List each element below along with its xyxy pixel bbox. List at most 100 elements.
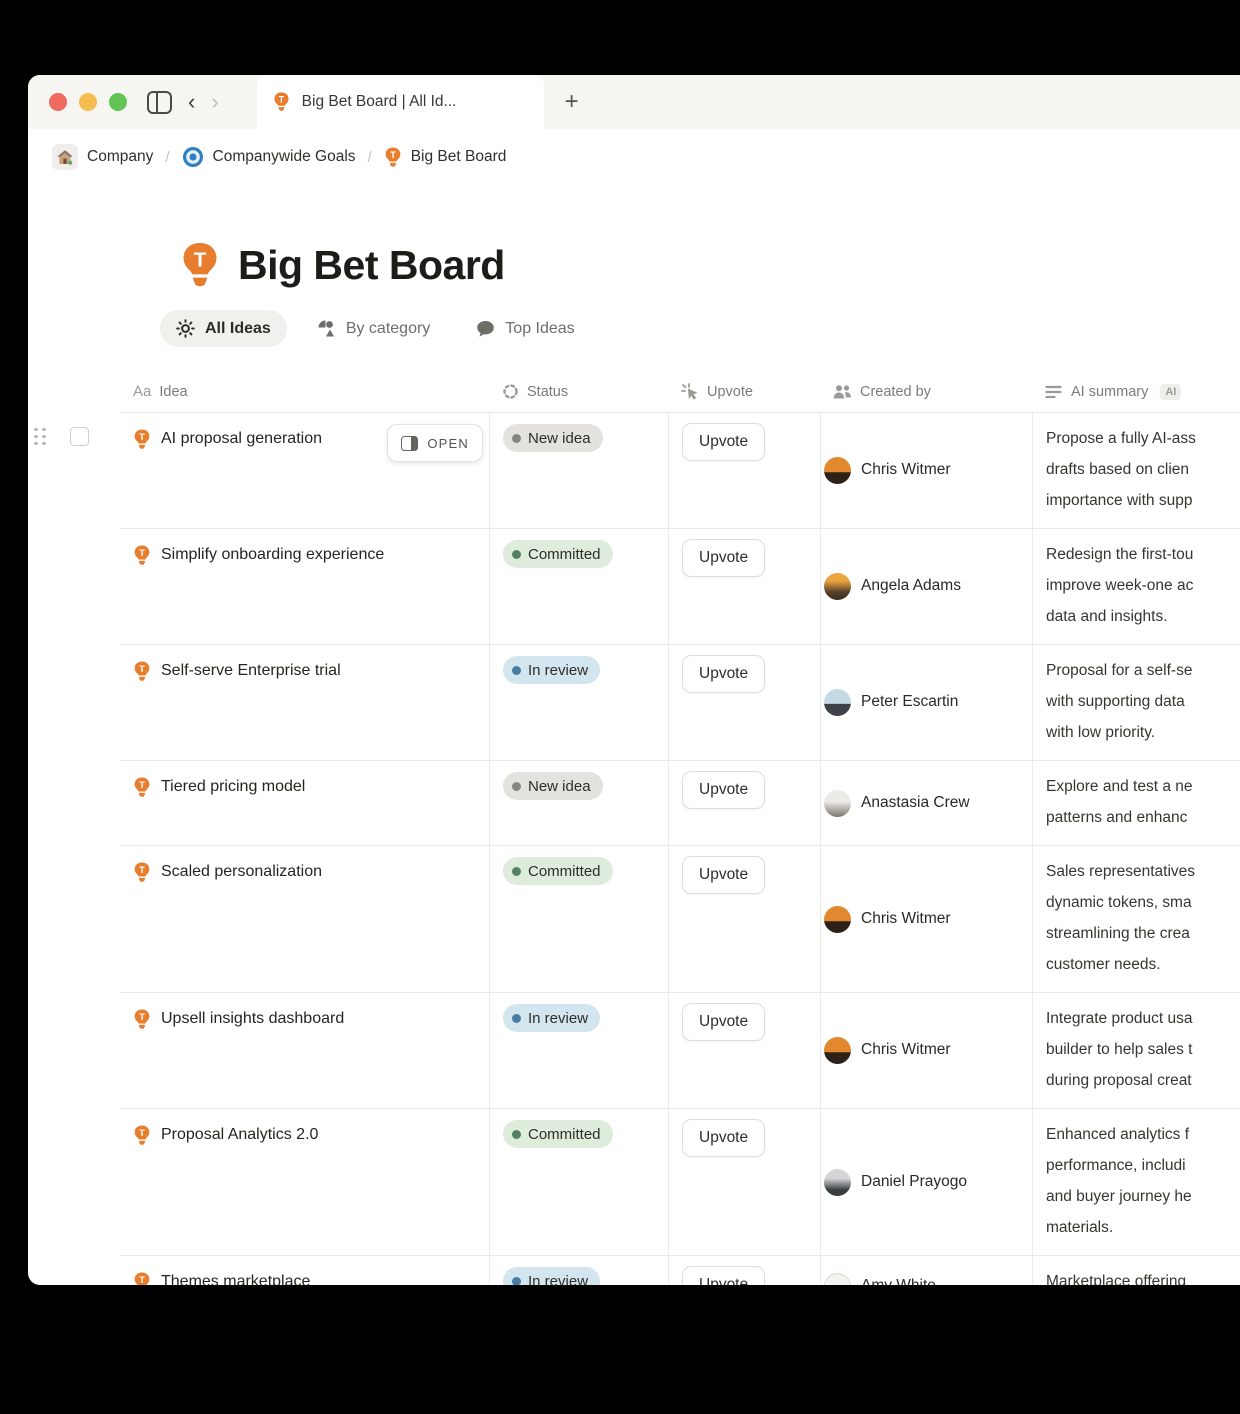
upvote-cell: Upvote	[668, 993, 820, 1108]
sidebar-toggle-icon[interactable]	[147, 91, 172, 114]
idea-cell[interactable]: Upsell insights dashboard	[120, 993, 489, 1108]
upvote-button[interactable]: Upvote	[682, 423, 765, 461]
forward-button[interactable]: ›	[211, 91, 218, 113]
created-by-cell[interactable]: Chris Witmer	[820, 846, 1032, 992]
upvote-button[interactable]: Upvote	[682, 655, 765, 693]
minimize-window-button[interactable]	[79, 93, 97, 111]
idea-cell[interactable]: Simplify onboarding experience	[120, 529, 489, 644]
zoom-window-button[interactable]	[109, 93, 127, 111]
status-cell[interactable]: In review	[489, 645, 668, 760]
column-header-created-by[interactable]: Created by	[820, 371, 1032, 412]
row-checkbox[interactable]	[70, 427, 89, 446]
upvote-cell: Upvote	[668, 1256, 820, 1285]
view-tab-all-ideas[interactable]: All Ideas	[160, 310, 287, 347]
column-header-status[interactable]: Status	[489, 371, 668, 412]
idea-cell[interactable]: Tiered pricing model	[120, 761, 489, 845]
status-dot	[512, 1014, 521, 1023]
avatar	[824, 906, 851, 933]
breadcrumb-item-companywide-goals[interactable]: Companywide Goals	[182, 146, 356, 168]
idea-cell[interactable]: AI proposal generation OPEN	[120, 413, 489, 528]
column-header-idea[interactable]: Aa Idea	[120, 371, 489, 412]
created-by-cell[interactable]: Chris Witmer	[820, 413, 1032, 528]
upvote-cell: Upvote	[668, 846, 820, 992]
column-header-ai-summary[interactable]: AI summary AI	[1032, 371, 1240, 412]
avatar	[824, 573, 851, 600]
lightbulb-icon	[384, 147, 402, 168]
open-button[interactable]: OPEN	[387, 424, 483, 462]
ai-summary-cell[interactable]: Marketplace offering	[1032, 1256, 1240, 1285]
table-row: Proposal Analytics 2.0 Committed Upvote …	[120, 1109, 1240, 1256]
status-cell[interactable]: Committed	[489, 1109, 668, 1255]
status-cell[interactable]: Committed	[489, 846, 668, 992]
breadcrumb-separator: /	[365, 149, 375, 166]
target-icon	[182, 146, 204, 168]
table-row: Simplify onboarding experience Committed…	[120, 529, 1240, 645]
status-spinner-icon	[502, 383, 519, 400]
created-by-cell[interactable]: Amy White	[820, 1256, 1032, 1285]
idea-cell[interactable]: Themes marketplace	[120, 1256, 489, 1285]
created-by-cell[interactable]: Peter Escartin	[820, 645, 1032, 760]
status-cell[interactable]: New idea	[489, 413, 668, 528]
browser-tab-bar: ‹ › Big Bet Board | All Id... +	[28, 75, 1240, 129]
comment-icon	[476, 320, 495, 338]
page-title: Big Bet Board	[238, 242, 505, 289]
table-row: AI proposal generation OPEN New idea Upv…	[120, 413, 1240, 529]
back-button[interactable]: ‹	[188, 91, 195, 113]
upvote-button[interactable]: Upvote	[682, 1003, 765, 1041]
status-cell[interactable]: New idea	[489, 761, 668, 845]
ai-summary-cell[interactable]: Sales representatives dynamic tokens, sm…	[1032, 846, 1240, 992]
upvote-button[interactable]: Upvote	[682, 1119, 765, 1157]
created-by-cell[interactable]: Anastasia Crew	[820, 761, 1032, 845]
status-cell[interactable]: In review	[489, 1256, 668, 1285]
drag-handle-icon[interactable]	[34, 428, 46, 446]
created-by-cell[interactable]: Chris Witmer	[820, 993, 1032, 1108]
app-window: ‹ › Big Bet Board | All Id... + Company …	[28, 75, 1240, 1285]
idea-cell[interactable]: Scaled personalization	[120, 846, 489, 992]
view-tab-by-category[interactable]: By category	[301, 310, 446, 347]
shapes-icon	[317, 319, 336, 338]
upvote-cell: Upvote	[668, 1109, 820, 1255]
upvote-button[interactable]: Upvote	[682, 771, 765, 809]
page-lightbulb-icon	[180, 242, 220, 289]
lightbulb-icon	[133, 862, 151, 883]
breadcrumb-item-big-bet-board[interactable]: Big Bet Board	[384, 147, 507, 168]
avatar	[824, 1169, 851, 1196]
close-window-button[interactable]	[49, 93, 67, 111]
table-row: Tiered pricing model New idea Upvote Ana…	[120, 761, 1240, 846]
status-dot	[512, 1130, 521, 1139]
table-row: Upsell insights dashboard In review Upvo…	[120, 993, 1240, 1109]
upvote-button[interactable]: Upvote	[682, 539, 765, 577]
status-cell[interactable]: Committed	[489, 529, 668, 644]
text-type-icon: Aa	[133, 383, 151, 400]
ai-summary-cell[interactable]: Enhanced analytics f performance, includ…	[1032, 1109, 1240, 1255]
created-by-cell[interactable]: Daniel Prayogo	[820, 1109, 1032, 1255]
status-cell[interactable]: In review	[489, 993, 668, 1108]
ai-summary-cell[interactable]: Propose a fully AI-ass drafts based on c…	[1032, 413, 1240, 528]
table-header: Aa Idea Status Upvote	[120, 371, 1240, 413]
lightbulb-icon	[273, 92, 290, 112]
upvote-cell: Upvote	[668, 413, 820, 528]
upvote-button[interactable]: Upvote	[682, 1266, 765, 1285]
table-row: Themes marketplace In review Upvote Amy …	[120, 1256, 1240, 1285]
avatar	[824, 790, 851, 817]
active-tab[interactable]: Big Bet Board | All Id...	[257, 75, 544, 129]
ideas-table: Aa Idea Status Upvote	[120, 371, 1240, 1285]
ai-summary-cell[interactable]: Proposal for a self-se with supporting d…	[1032, 645, 1240, 760]
ai-summary-cell[interactable]: Redesign the first-tou improve week-one …	[1032, 529, 1240, 644]
people-icon	[833, 384, 852, 400]
tab-title: Big Bet Board | All Id...	[302, 93, 457, 111]
column-header-upvote[interactable]: Upvote	[668, 371, 820, 412]
click-cursor-icon	[681, 383, 699, 401]
view-tab-top-ideas[interactable]: Top Ideas	[460, 311, 590, 347]
lightbulb-icon	[133, 777, 151, 798]
ai-summary-cell[interactable]: Explore and test a ne patterns and enhan…	[1032, 761, 1240, 845]
breadcrumb-item-company[interactable]: Company	[52, 144, 153, 170]
idea-cell[interactable]: Self-serve Enterprise trial	[120, 645, 489, 760]
new-tab-button[interactable]: +	[544, 75, 600, 129]
upvote-button[interactable]: Upvote	[682, 856, 765, 894]
created-by-cell[interactable]: Angela Adams	[820, 529, 1032, 644]
ai-summary-cell[interactable]: Integrate product usa builder to help sa…	[1032, 993, 1240, 1108]
status-dot	[512, 434, 521, 443]
lightbulb-icon	[133, 1272, 151, 1285]
idea-cell[interactable]: Proposal Analytics 2.0	[120, 1109, 489, 1255]
